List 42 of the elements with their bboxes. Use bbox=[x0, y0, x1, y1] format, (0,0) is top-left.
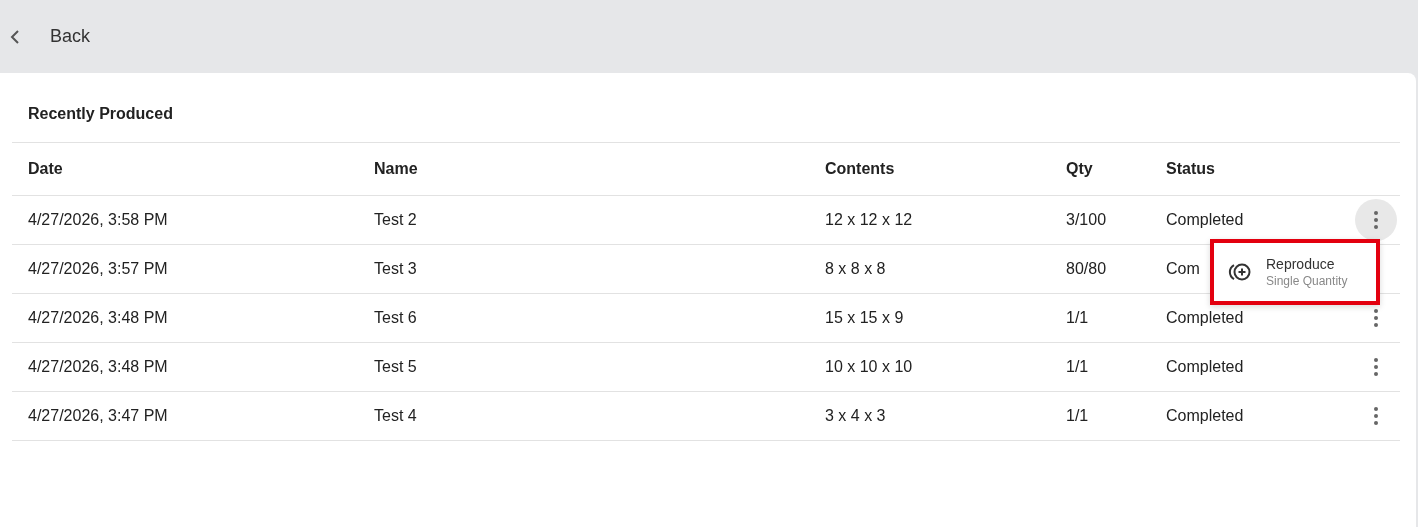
table-cell: 1/1 bbox=[1066, 309, 1089, 326]
table-cell: 1/1 bbox=[1066, 358, 1089, 375]
column-header: Status bbox=[1165, 160, 1216, 178]
more-vertical-icon bbox=[1374, 407, 1378, 425]
table-cell: 4/27/2026, 3:48 PM bbox=[28, 309, 168, 326]
chevron-left-icon bbox=[10, 29, 20, 44]
more-vertical-icon bbox=[1374, 309, 1378, 327]
more-vertical-icon bbox=[1374, 211, 1378, 229]
table-cell: 15 x 15 x 9 bbox=[825, 309, 904, 326]
table-cell: Completed bbox=[1166, 211, 1244, 228]
table-cell: 80/80 bbox=[1066, 260, 1107, 277]
reproduce-icon bbox=[1228, 262, 1252, 282]
menu-item-label: Reproduce bbox=[1266, 256, 1336, 272]
table-cell: Test 4 bbox=[374, 407, 417, 424]
menu-item-sublabel: Single Quantity bbox=[1266, 274, 1348, 288]
more-options-button[interactable] bbox=[1355, 199, 1397, 241]
table-cell: 4/27/2026, 3:47 PM bbox=[28, 407, 168, 424]
table-cell: 10 x 10 x 10 bbox=[825, 358, 913, 375]
table-cell: Test 2 bbox=[374, 211, 417, 228]
table-cell: 4/27/2026, 3:48 PM bbox=[28, 358, 168, 375]
table-cell: Completed bbox=[1166, 309, 1244, 326]
table-cell: Test 6 bbox=[374, 309, 417, 326]
table-cell: 12 x 12 x 12 bbox=[825, 211, 913, 228]
table-cell: Com bbox=[1166, 260, 1200, 277]
column-header: Qty bbox=[1065, 160, 1094, 178]
column-header: Contents bbox=[824, 160, 896, 178]
table-cell: 3 x 4 x 3 bbox=[825, 407, 886, 424]
table-cell: 1/1 bbox=[1066, 407, 1089, 424]
table-cell: Completed bbox=[1166, 358, 1244, 375]
table-cell: 8 x 8 x 8 bbox=[825, 260, 886, 277]
back-button[interactable]: Back bbox=[10, 26, 91, 47]
table-cell: Test 3 bbox=[374, 260, 417, 277]
table-cell: 4/27/2026, 3:57 PM bbox=[28, 260, 168, 277]
column-header: Name bbox=[373, 160, 419, 178]
more-vertical-icon bbox=[1374, 358, 1378, 376]
table-cell: Test 5 bbox=[374, 358, 417, 375]
column-header: Date bbox=[27, 160, 64, 178]
table-cell: 3/100 bbox=[1066, 211, 1107, 228]
table-cell: 4/27/2026, 3:58 PM bbox=[28, 211, 168, 228]
menu-item[interactable]: Reproduce Single Quantity bbox=[1210, 239, 1380, 305]
table-cell: Completed bbox=[1166, 407, 1244, 424]
card-title: Recently Produced bbox=[12, 73, 1400, 143]
